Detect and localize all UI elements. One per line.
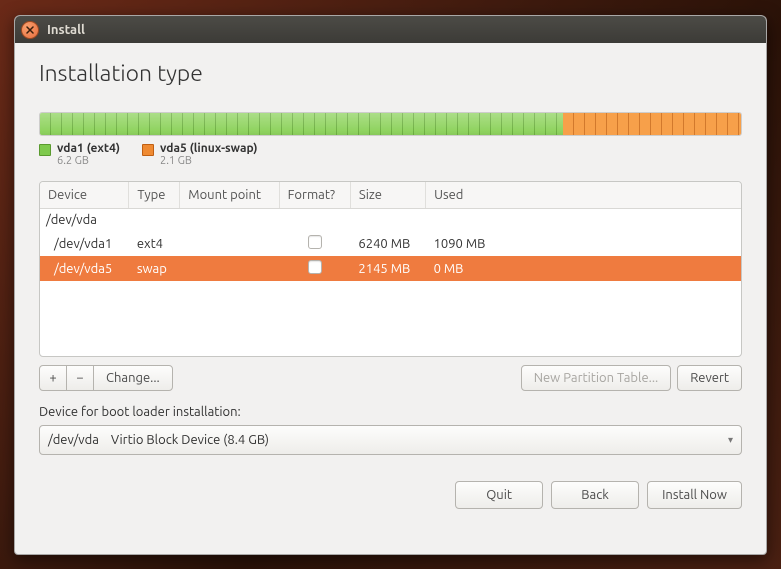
cell-mount bbox=[180, 256, 279, 281]
change-partition-button[interactable]: Change... bbox=[93, 365, 173, 391]
cell-type: ext4 bbox=[129, 231, 180, 256]
cell-mount bbox=[180, 231, 279, 256]
format-checkbox[interactable] bbox=[308, 235, 322, 249]
cell-size bbox=[350, 209, 425, 232]
close-button[interactable] bbox=[21, 21, 39, 39]
chevron-down-icon: ▾ bbox=[728, 434, 733, 446]
format-checkbox[interactable] bbox=[308, 260, 322, 274]
cell-device: /dev/vda bbox=[40, 209, 129, 232]
cell-format bbox=[279, 256, 350, 281]
cell-size: 2145 MB bbox=[350, 256, 425, 281]
legend-name: vda5 (linux-swap) bbox=[160, 142, 258, 155]
legend-size: 2.1 GB bbox=[160, 155, 258, 167]
col-format[interactable]: Format? bbox=[279, 182, 350, 209]
cell-type bbox=[129, 209, 180, 232]
cell-mount bbox=[180, 209, 279, 232]
remove-partition-button[interactable]: − bbox=[66, 365, 94, 391]
cell-type: swap bbox=[129, 256, 180, 281]
table-header-row: Device Type Mount point Format? Size Use… bbox=[40, 182, 741, 209]
col-used[interactable]: Used bbox=[426, 182, 741, 209]
page-title: Installation type bbox=[39, 61, 742, 86]
legend-size: 6.2 GB bbox=[57, 155, 120, 167]
bootloader-device-value: /dev/vda Virtio Block Device (8.4 GB) bbox=[48, 433, 269, 447]
col-device[interactable]: Device bbox=[40, 182, 129, 209]
cell-size: 6240 MB bbox=[350, 231, 425, 256]
edit-button-group: + − Change... bbox=[39, 365, 173, 391]
legend-item: vda1 (ext4)6.2 GB bbox=[39, 142, 120, 167]
col-mount[interactable]: Mount point bbox=[180, 182, 279, 209]
cell-format bbox=[279, 231, 350, 256]
partition-toolbar: + − Change... New Partition Table... Rev… bbox=[39, 365, 742, 391]
window-title: Install bbox=[47, 23, 85, 37]
cell-device: /dev/vda1 bbox=[40, 231, 129, 256]
table-row[interactable]: /dev/vda5swap 2145 MB0 MB bbox=[40, 256, 741, 281]
table-row[interactable]: /dev/vda bbox=[40, 209, 741, 232]
disk-usage-bar bbox=[39, 112, 742, 136]
install-now-button[interactable]: Install Now bbox=[647, 481, 742, 509]
revert-button[interactable]: Revert bbox=[677, 365, 742, 391]
installer-window: Install Installation type vda1 (ext4)6.2… bbox=[14, 15, 767, 555]
legend-item: vda5 (linux-swap)2.1 GB bbox=[142, 142, 258, 167]
cell-used: 1090 MB bbox=[426, 231, 741, 256]
content: Installation type vda1 (ext4)6.2 GB vda5 … bbox=[15, 43, 766, 523]
bootloader-device-select[interactable]: /dev/vda Virtio Block Device (8.4 GB) ▾ bbox=[39, 425, 742, 455]
col-size[interactable]: Size bbox=[350, 182, 425, 209]
col-type[interactable]: Type bbox=[129, 182, 180, 209]
table-row[interactable]: /dev/vda1ext4 6240 MB1090 MB bbox=[40, 231, 741, 256]
close-icon bbox=[26, 26, 34, 34]
bootloader-label: Device for boot loader installation: bbox=[39, 405, 742, 419]
disk-legend: vda1 (ext4)6.2 GB vda5 (linux-swap)2.1 GB bbox=[39, 142, 742, 167]
cell-used bbox=[426, 209, 741, 232]
legend-swatch bbox=[142, 144, 154, 156]
disk-segment-vda1[interactable] bbox=[40, 113, 563, 135]
cell-format bbox=[279, 209, 350, 232]
quit-button[interactable]: Quit bbox=[455, 481, 543, 509]
disk-segment-vda5[interactable] bbox=[563, 113, 741, 135]
titlebar: Install bbox=[15, 16, 766, 43]
footer-buttons: Quit Back Install Now bbox=[39, 481, 742, 509]
legend-swatch bbox=[39, 144, 51, 156]
add-partition-button[interactable]: + bbox=[39, 365, 67, 391]
back-button[interactable]: Back bbox=[551, 481, 639, 509]
cell-used: 0 MB bbox=[426, 256, 741, 281]
new-partition-table-button[interactable]: New Partition Table... bbox=[521, 365, 672, 391]
legend-name: vda1 (ext4) bbox=[57, 142, 120, 155]
partition-table[interactable]: Device Type Mount point Format? Size Use… bbox=[39, 181, 742, 357]
cell-device: /dev/vda5 bbox=[40, 256, 129, 281]
